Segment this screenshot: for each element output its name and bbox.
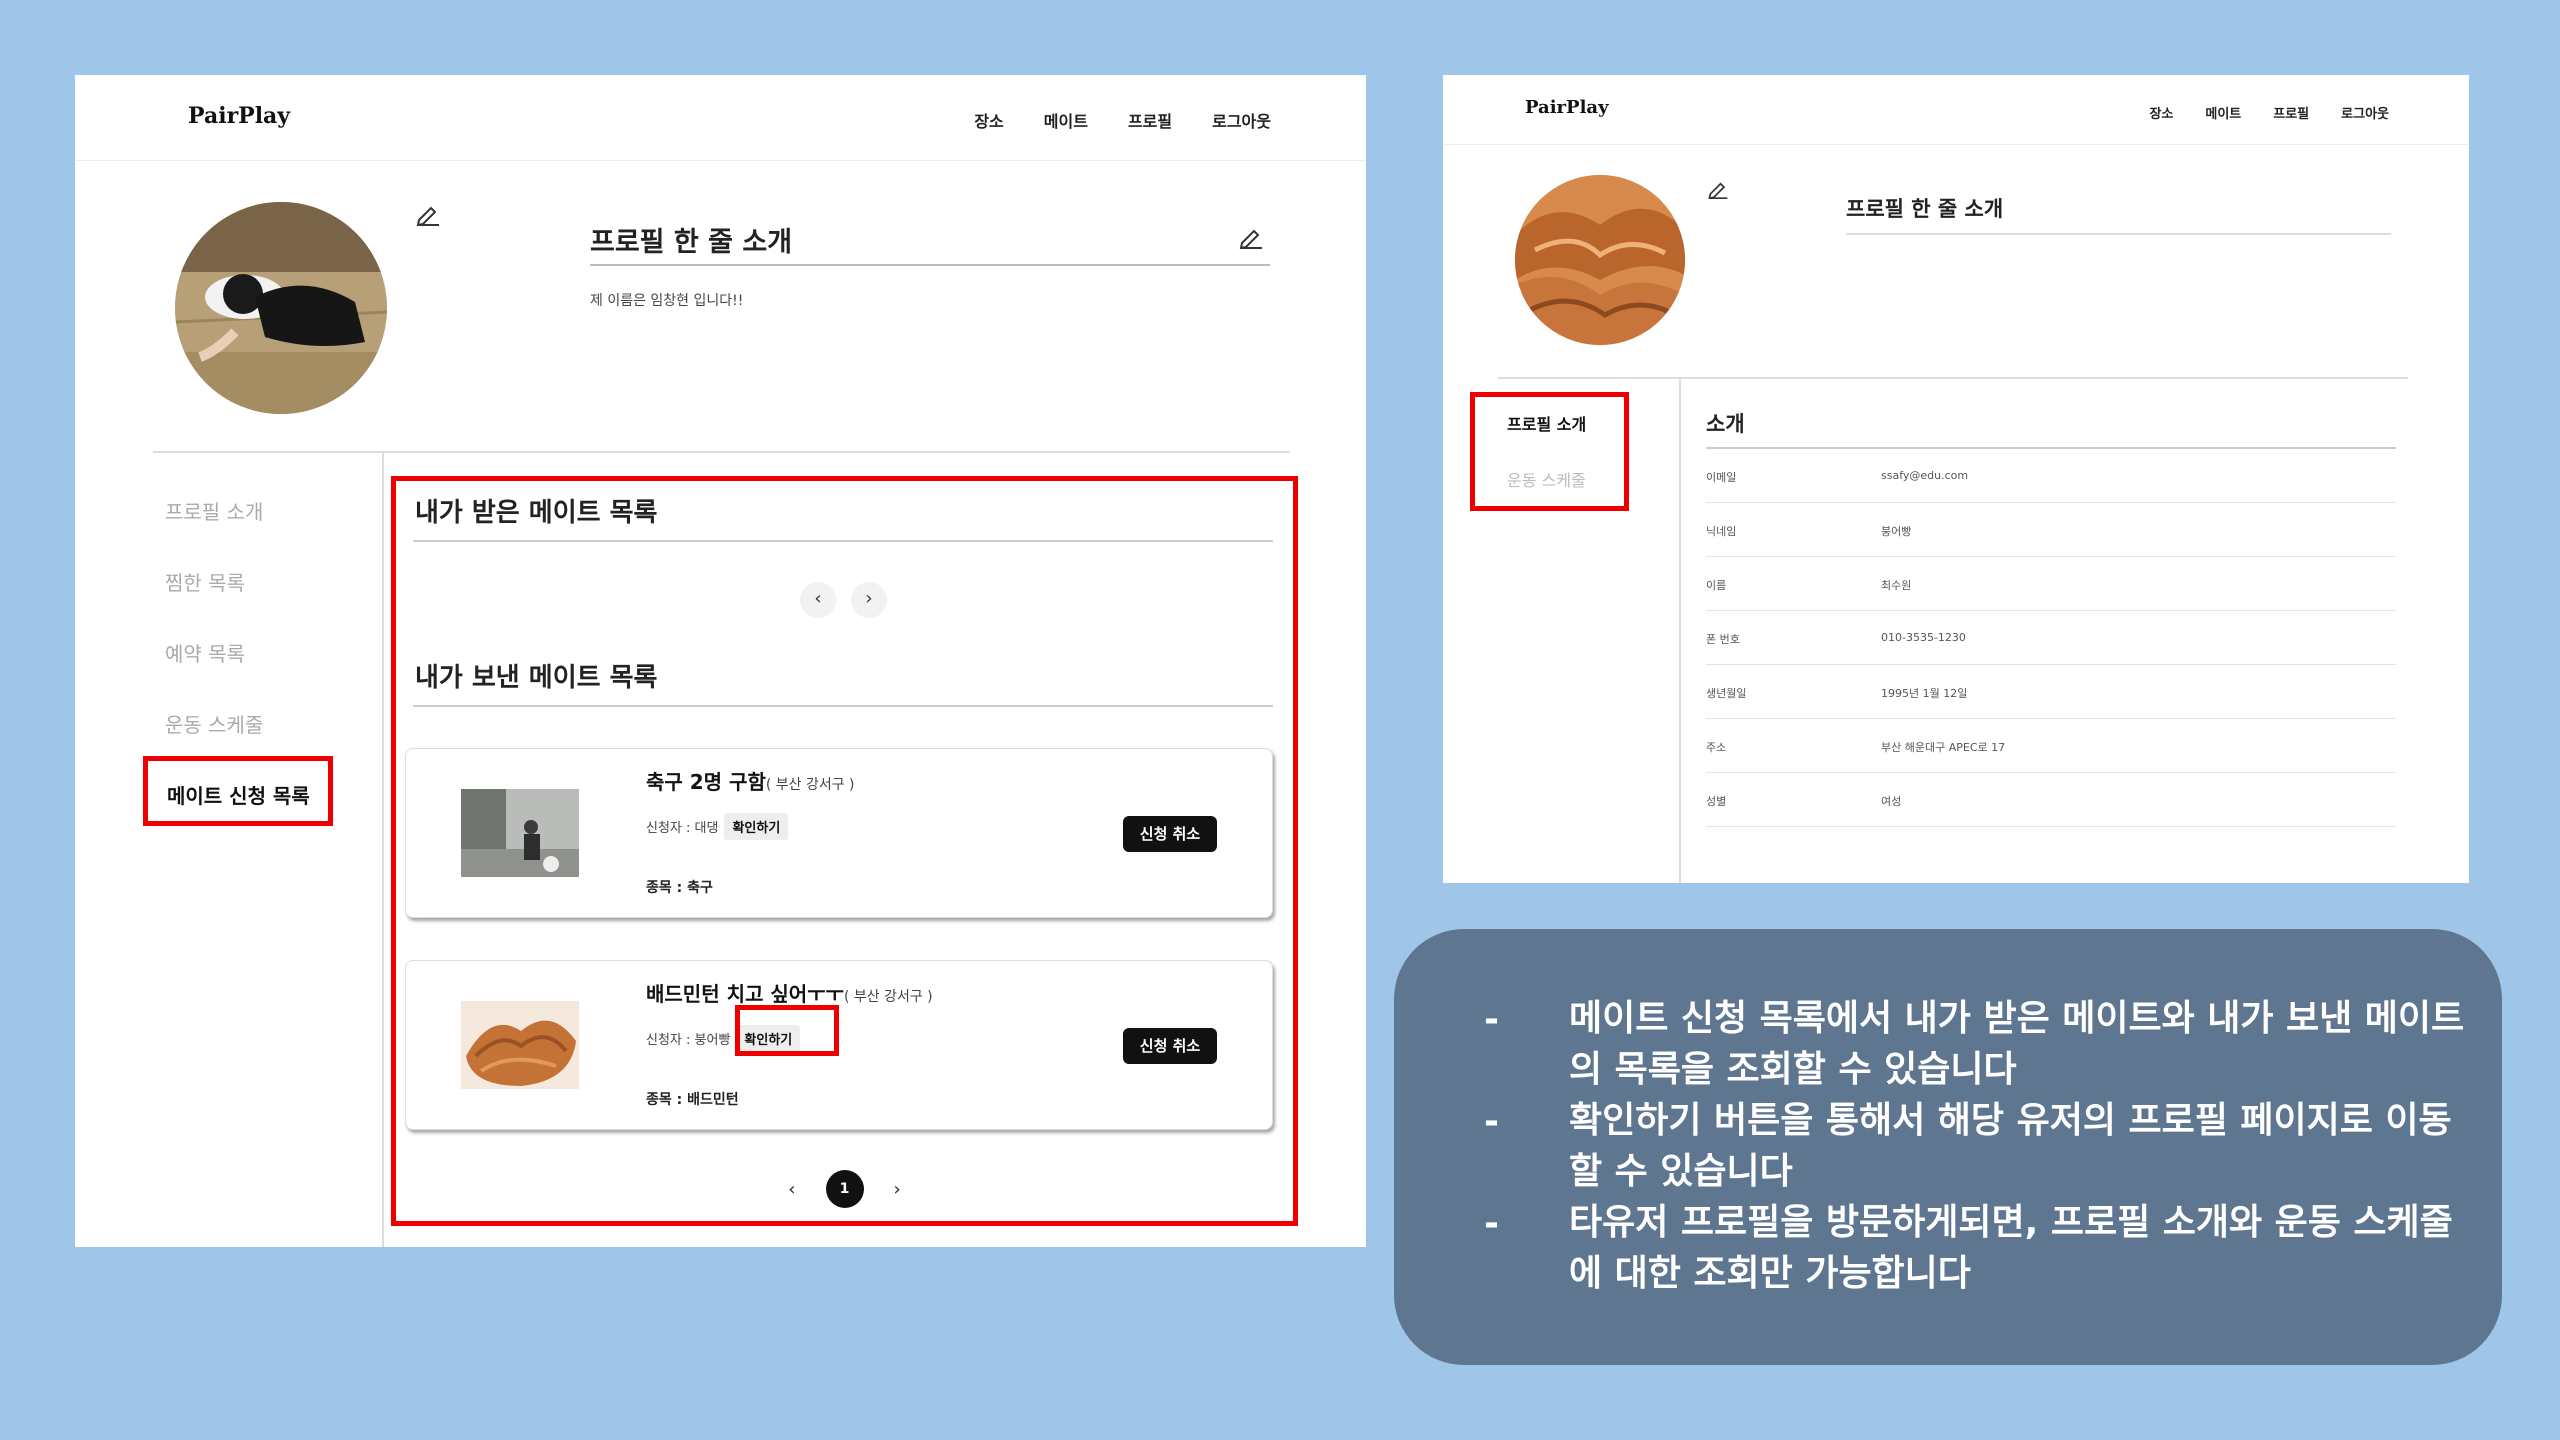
info-key: 이름 [1706, 579, 1727, 592]
info-value: 여성 [1881, 795, 1902, 808]
nav-mate[interactable]: 메이트 [2205, 103, 2241, 122]
nav-place[interactable]: 장소 [974, 108, 1003, 132]
info-row: 이메일 ssafy@edu.com [1706, 449, 2396, 503]
confirm-button[interactable]: 확인하기 [724, 813, 789, 840]
avatar [1515, 175, 1685, 345]
nav-links: 장소 메이트 프로필 로그아웃 [974, 108, 1271, 132]
edit-avatar-icon[interactable] [415, 200, 441, 227]
highlight-box [1470, 392, 1629, 511]
card-thumbnail [461, 789, 579, 877]
edit-intro-icon[interactable] [1238, 223, 1264, 250]
other-user-profile-screenshot: PairPlay 장소 메이트 프로필 로그아웃 프로필 한 줄 소개 프로필 … [1443, 75, 2469, 883]
note-item: 타유저 프로필을 방문하게되면, 프로필 소개와 운동 스케줄에 대한 조회만 … [1569, 1202, 2453, 1294]
card-sport: 종목 : 배드민턴 [646, 1092, 739, 1108]
navbar: PairPlay 장소 메이트 프로필 로그아웃 [75, 75, 1366, 161]
avatar [175, 202, 387, 414]
divider [413, 540, 1273, 542]
info-value: 부산 해운대구 APEC로 17 [1881, 741, 2006, 754]
card-location: ( 부산 강서구 ) [765, 777, 855, 793]
nav-place[interactable]: 장소 [2149, 103, 2173, 122]
card-title: 배드민턴 치고 싶어ㅜㅜ( 부산 강서구 ) [646, 978, 933, 1007]
info-key: 닉네임 [1706, 525, 1737, 538]
edit-avatar-icon[interactable] [1707, 177, 1729, 200]
nav-profile[interactable]: 프로필 [2273, 103, 2309, 122]
page-next-icon[interactable]: › [894, 1179, 901, 1200]
info-key: 생년월일 [1706, 687, 1747, 700]
info-key: 폰 번호 [1706, 633, 1740, 646]
mate-card: 축구 2명 구함( 부산 강서구 ) 신청자 : 대댕 확인하기 종목 : 축구… [405, 748, 1273, 918]
bullet-dash: - [1484, 1203, 1499, 1244]
divider [1498, 377, 2408, 379]
divider [153, 451, 1290, 453]
bullet-dash: - [1484, 999, 1499, 1040]
info-value: 최수원 [1881, 579, 1912, 592]
intro-title: 프로필 한 줄 소개 [590, 227, 793, 258]
logo[interactable]: PairPlay [188, 103, 290, 129]
info-value: 010-3535-1230 [1881, 631, 1966, 644]
next-icon[interactable]: › [851, 582, 887, 618]
nav-logout[interactable]: 로그아웃 [2341, 103, 2389, 122]
pagination: ‹ 1 › [391, 1170, 1298, 1208]
prev-icon[interactable]: ‹ [800, 582, 836, 618]
page-number[interactable]: 1 [825, 1170, 864, 1208]
info-row: 생년월일 1995년 1월 12일 [1706, 665, 2396, 719]
info-value: 붕어빵 [1881, 525, 1912, 538]
received-mates-title: 내가 받은 메이트 목록 [415, 498, 658, 528]
info-row: 닉네임 붕어빵 [1706, 503, 2396, 557]
info-row: 폰 번호 010-3535-1230 [1706, 611, 2396, 665]
card-location: ( 부산 강서구 ) [843, 989, 933, 1005]
sidebar-item-reservations[interactable]: 예약 목록 [165, 638, 245, 667]
logo[interactable]: PairPlay [1525, 97, 1609, 118]
info-row: 주소 부산 해운대구 APEC로 17 [1706, 719, 2396, 773]
divider [1679, 379, 1681, 883]
info-row: 성별 여성 [1706, 773, 2396, 827]
divider [1846, 233, 2391, 235]
nav-mate[interactable]: 메이트 [1044, 108, 1088, 132]
intro-text: 제 이름은 임창현 입니다!! [590, 293, 744, 309]
cancel-request-button[interactable]: 신청 취소 [1123, 1028, 1217, 1064]
bullet-dash: - [1484, 1101, 1499, 1142]
intro-title: 프로필 한 줄 소개 [1846, 197, 2004, 221]
card-sport: 종목 : 축구 [646, 880, 713, 896]
info-value: 1995년 1월 12일 [1881, 687, 1968, 700]
highlight-box [735, 1005, 839, 1056]
card-title-text: 배드민턴 치고 싶어ㅜㅜ [646, 982, 844, 1006]
info-key: 성별 [1706, 795, 1727, 808]
card-applicant: 신청자 : 대댕 확인하기 [646, 813, 789, 840]
divider [382, 453, 384, 1247]
card-title: 축구 2명 구함( 부산 강서구 ) [646, 766, 855, 795]
highlight-box [143, 756, 333, 826]
applicant-text: 신청자 : 대댕 [646, 821, 719, 836]
divider [590, 264, 1270, 266]
info-value: ssafy@edu.com [1881, 469, 1969, 482]
card-title-text: 축구 2명 구함 [646, 770, 766, 794]
nav-links: 장소 메이트 프로필 로그아웃 [2149, 103, 2389, 122]
info-row: 이름 최수원 [1706, 557, 2396, 611]
nav-logout[interactable]: 로그아웃 [1212, 108, 1271, 132]
info-title: 소개 [1706, 412, 1745, 436]
my-profile-screenshot: PairPlay 장소 메이트 프로필 로그아웃 프로필 한 줄 소개 제 이름… [75, 75, 1366, 1247]
sidebar-item-profile[interactable]: 프로필 소개 [165, 496, 263, 525]
divider [413, 705, 1273, 707]
nav-profile[interactable]: 프로필 [1128, 108, 1172, 132]
info-key: 주소 [1706, 741, 1727, 754]
cancel-request-button[interactable]: 신청 취소 [1123, 816, 1217, 852]
note-item: 확인하기 버튼을 통해서 해당 유저의 프로필 페이지로 이동할 수 있습니다 [1569, 1100, 2452, 1192]
description-box: - 메이트 신청 목록에서 내가 받은 메이트와 내가 보낸 메이트의 목록을 … [1394, 929, 2502, 1365]
navbar: PairPlay 장소 메이트 프로필 로그아웃 [1443, 75, 2469, 145]
card-thumbnail [461, 1001, 579, 1089]
applicant-text: 신청자 : 붕어빵 [646, 1033, 731, 1048]
sidebar-item-schedule[interactable]: 운동 스케줄 [165, 709, 263, 738]
sent-mates-title: 내가 보낸 메이트 목록 [415, 663, 658, 693]
sidebar-item-wishlist[interactable]: 찜한 목록 [165, 567, 245, 596]
info-key: 이메일 [1706, 471, 1737, 484]
page-prev-icon[interactable]: ‹ [788, 1179, 795, 1200]
note-item: 메이트 신청 목록에서 내가 받은 메이트와 내가 보낸 메이트의 목록을 조회… [1569, 998, 2465, 1090]
mate-card: 배드민턴 치고 싶어ㅜㅜ( 부산 강서구 ) 신청자 : 붕어빵 확인하기 종목… [405, 960, 1273, 1130]
